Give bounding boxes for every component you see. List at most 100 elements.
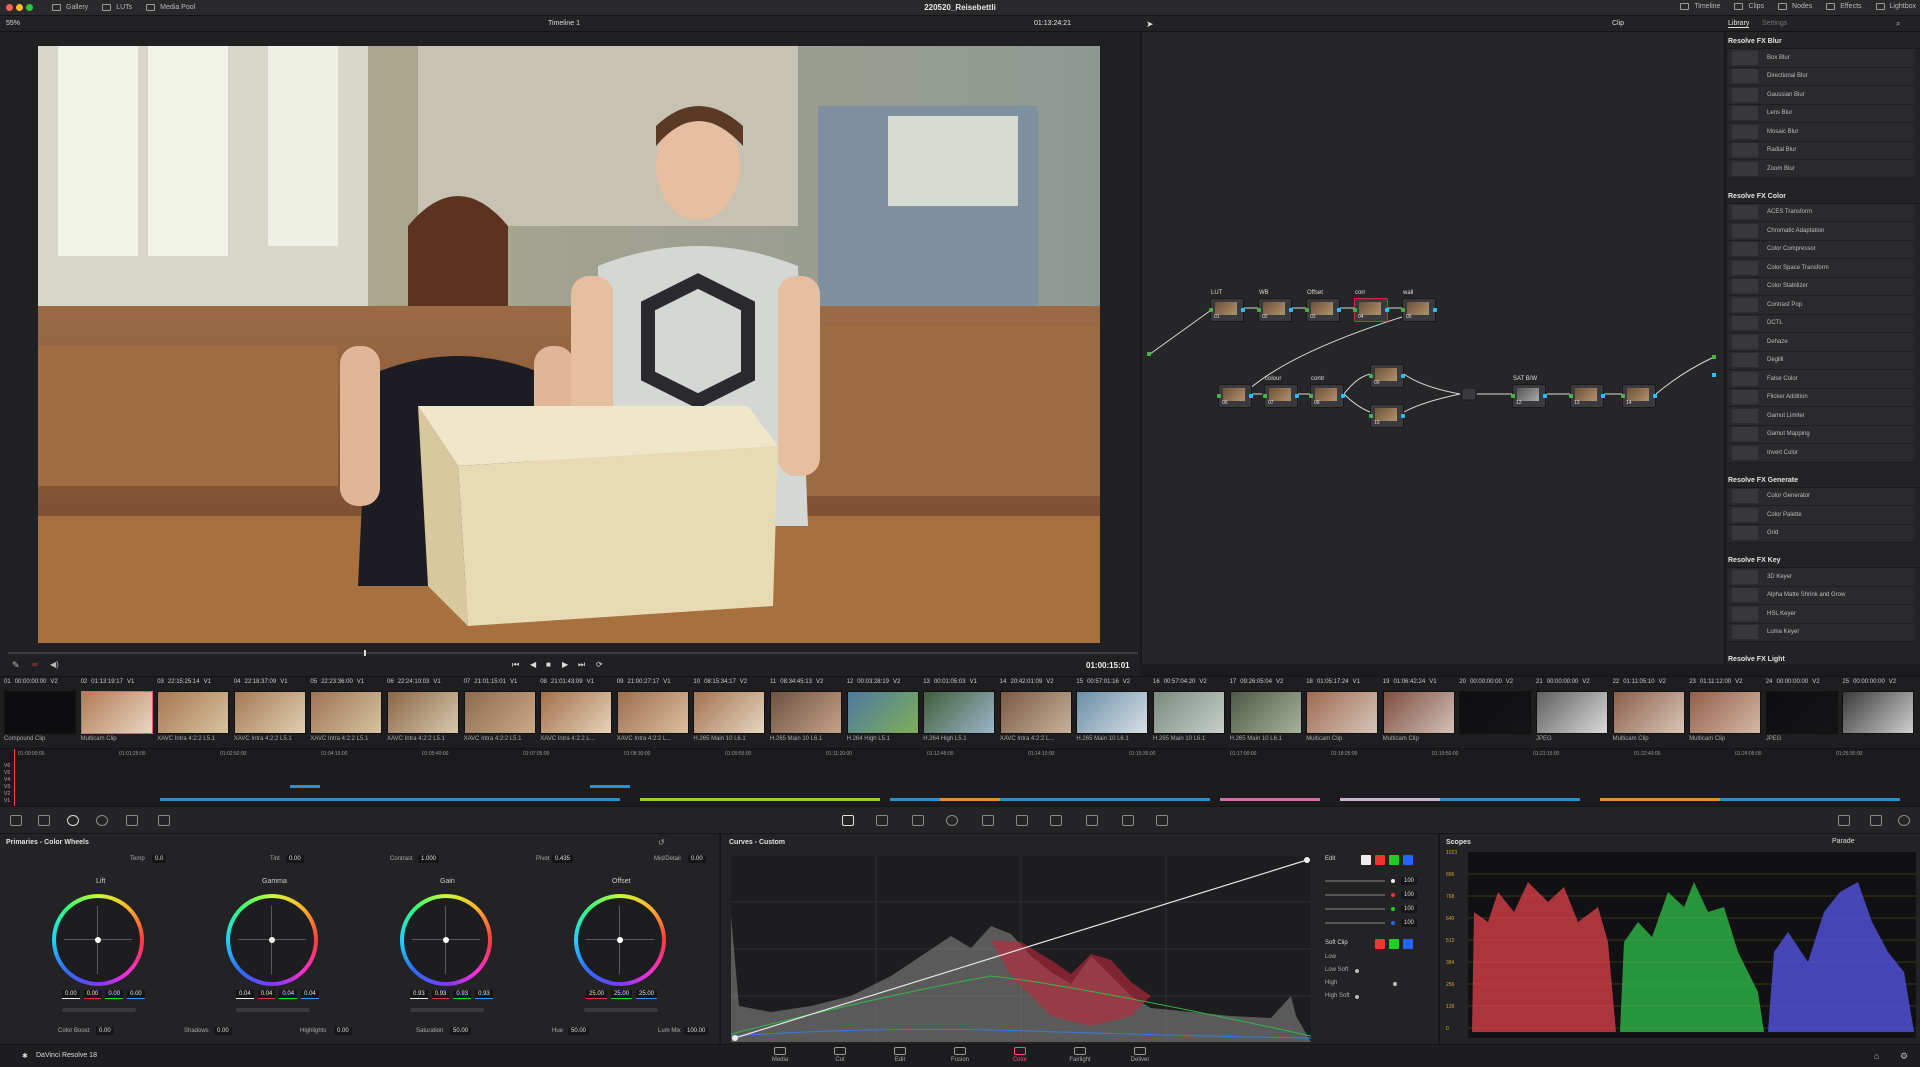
gamma-y-value[interactable]: 0.04	[236, 990, 254, 999]
clip-thumbnail[interactable]	[770, 691, 842, 734]
y-intensity[interactable]: 100	[1401, 877, 1418, 885]
library-item[interactable]: Flicker Addition	[1728, 388, 1914, 407]
clip-thumbnail[interactable]	[80, 691, 153, 734]
contrast-field[interactable]: 1.000	[418, 855, 440, 863]
playhead[interactable]	[364, 650, 366, 656]
library-section-title[interactable]: Resolve FX Key	[1726, 553, 1920, 568]
loop-icon[interactable]: ∞	[32, 660, 38, 669]
gain-wheel[interactable]	[400, 894, 492, 986]
clip-thumbnail[interactable]	[387, 691, 459, 734]
library-item[interactable]: False Color	[1728, 370, 1914, 389]
window-icon[interactable]	[946, 815, 958, 826]
library-item[interactable]: Directional Blur	[1728, 67, 1914, 86]
node-13[interactable]: 13	[1569, 384, 1605, 408]
curve-r-button[interactable]	[1375, 855, 1385, 865]
library-item[interactable]: Lens Blur	[1728, 104, 1914, 123]
library-item[interactable]: Color Generator	[1728, 487, 1914, 506]
highlights-field[interactable]: 0.00	[334, 1027, 352, 1035]
softclip-b-button[interactable]	[1403, 939, 1413, 949]
middetail-field[interactable]: 0.00	[688, 855, 706, 863]
node-editor[interactable]: LUT 01 WB 02 Offset 03 corr 04 wall 05 06 col…	[1141, 32, 1724, 664]
clip-thumbnail[interactable]	[463, 691, 536, 734]
curve-b-button[interactable]	[1403, 855, 1413, 865]
library-item[interactable]: Contrast Pop	[1728, 296, 1914, 315]
node-03[interactable]: Offset 03	[1305, 290, 1341, 322]
hue-field[interactable]: 50.00	[568, 1027, 590, 1035]
lift-b-value[interactable]: 0.00	[127, 990, 145, 999]
library-item[interactable]: Dehaze	[1728, 333, 1914, 352]
clip-thumbnail[interactable]	[1765, 691, 1838, 734]
library-item[interactable]: Gamut Limiter	[1728, 407, 1914, 426]
page-tab-edit[interactable]: Edit	[880, 1047, 920, 1063]
highsoft-slider[interactable]	[1355, 995, 1359, 999]
node-12[interactable]: SAT B/W 12	[1511, 376, 1547, 408]
library-item[interactable]: Color Compressor	[1728, 240, 1914, 259]
lift-y-value[interactable]: 0.00	[62, 990, 80, 999]
reset-all-icon[interactable]: ↺	[658, 838, 665, 847]
temp-field[interactable]: 0.0	[152, 855, 167, 863]
clip-thumbnail[interactable]	[4, 691, 76, 734]
pivot-field[interactable]: 0.435	[552, 855, 574, 863]
clip-thumbnail[interactable]	[616, 691, 689, 734]
clip-thumbnail[interactable]	[1842, 691, 1915, 734]
offset-master-slider[interactable]	[584, 1008, 658, 1012]
library-item[interactable]: Deglill	[1728, 351, 1914, 370]
gain-g-value[interactable]: 0.93	[453, 990, 472, 999]
library-section-title[interactable]: Resolve FX Light	[1726, 652, 1920, 667]
softclip-g-button[interactable]	[1389, 939, 1399, 949]
gain-r-value[interactable]: 0.93	[431, 990, 450, 999]
node-06[interactable]: 06	[1217, 384, 1253, 408]
mini-timeline[interactable]: 01:00:00:00 01:01:25:00 01:02:50:00 01:04:1…	[0, 748, 1920, 807]
lift-wheel[interactable]	[52, 894, 144, 986]
reverse-icon[interactable]: ◀	[530, 660, 536, 669]
loop-playback-icon[interactable]: ⟳	[596, 660, 603, 669]
library-item[interactable]: DCTL	[1728, 314, 1914, 333]
shadows-field[interactable]: 0.00	[214, 1027, 232, 1035]
library-item[interactable]: HSL Keyer	[1728, 605, 1914, 624]
library-item[interactable]: ACES Transform	[1728, 203, 1914, 222]
clip-thumbnail[interactable]	[1153, 691, 1225, 734]
close-window-button[interactable]	[6, 4, 13, 11]
lummix-field[interactable]: 100.00	[684, 1027, 709, 1035]
colorboost-field[interactable]: 0.00	[96, 1027, 114, 1035]
gain-b-value[interactable]: 0.93	[475, 990, 493, 999]
high-slider[interactable]	[1393, 982, 1397, 986]
clip-thumbnail[interactable]	[1536, 691, 1608, 734]
timeline-name-dropdown[interactable]: Timeline 1	[548, 20, 580, 27]
library-section-title[interactable]: Resolve FX Generate	[1726, 473, 1920, 488]
library-item[interactable]: 3D Keyer	[1728, 568, 1914, 587]
timeline-panel-button[interactable]: Timeline	[1680, 3, 1720, 10]
page-tab-color[interactable]: Color	[1000, 1047, 1040, 1063]
curve-g-button[interactable]	[1389, 855, 1399, 865]
clip-thumbnail[interactable]	[1076, 691, 1149, 734]
key-icon[interactable]	[1086, 815, 1098, 826]
clip-thumbnail[interactable]	[157, 691, 230, 734]
skip-start-icon[interactable]: ⏮	[512, 660, 519, 670]
motion-effects-icon[interactable]	[158, 815, 170, 826]
search-icon[interactable]: ⌕	[1896, 19, 1900, 29]
b-intensity[interactable]: 100	[1401, 919, 1418, 927]
lift-values[interactable]: 0.00 0.00 0.00 0.00	[62, 990, 145, 999]
scrubber-track[interactable]	[8, 652, 1138, 654]
library-item[interactable]: Invert Color	[1728, 444, 1914, 463]
library-item[interactable]: Color Space Transform	[1728, 259, 1914, 278]
scopes-toggle-icon[interactable]	[1838, 815, 1850, 826]
library-item[interactable]: Zoom Blur	[1728, 160, 1914, 179]
page-tab-cut[interactable]: Cut	[820, 1047, 860, 1063]
gamma-b-value[interactable]: 0.04	[301, 990, 319, 999]
library-item[interactable]: Gaussian Blur	[1728, 86, 1914, 105]
clips-panel-button[interactable]: Clips	[1734, 3, 1764, 10]
curves-graph[interactable]	[731, 856, 1311, 1042]
clip-thumbnail[interactable]	[846, 691, 919, 734]
gain-y-value[interactable]: 0.93	[410, 990, 428, 999]
lightbox-button[interactable]: Lightbox	[1875, 3, 1916, 10]
node-07[interactable]: colour 07	[1263, 376, 1299, 408]
softclip-r-button[interactable]	[1375, 939, 1385, 949]
clip-thumbnail[interactable]	[1382, 691, 1455, 734]
gamma-g-value[interactable]: 0.04	[279, 990, 298, 999]
clip-thumbnail[interactable]	[540, 691, 613, 734]
tracker-icon[interactable]	[982, 815, 994, 826]
gamma-r-value[interactable]: 0.04	[257, 990, 276, 999]
lift-g-value[interactable]: 0.00	[105, 990, 124, 999]
gamma-master-slider[interactable]	[236, 1008, 310, 1012]
